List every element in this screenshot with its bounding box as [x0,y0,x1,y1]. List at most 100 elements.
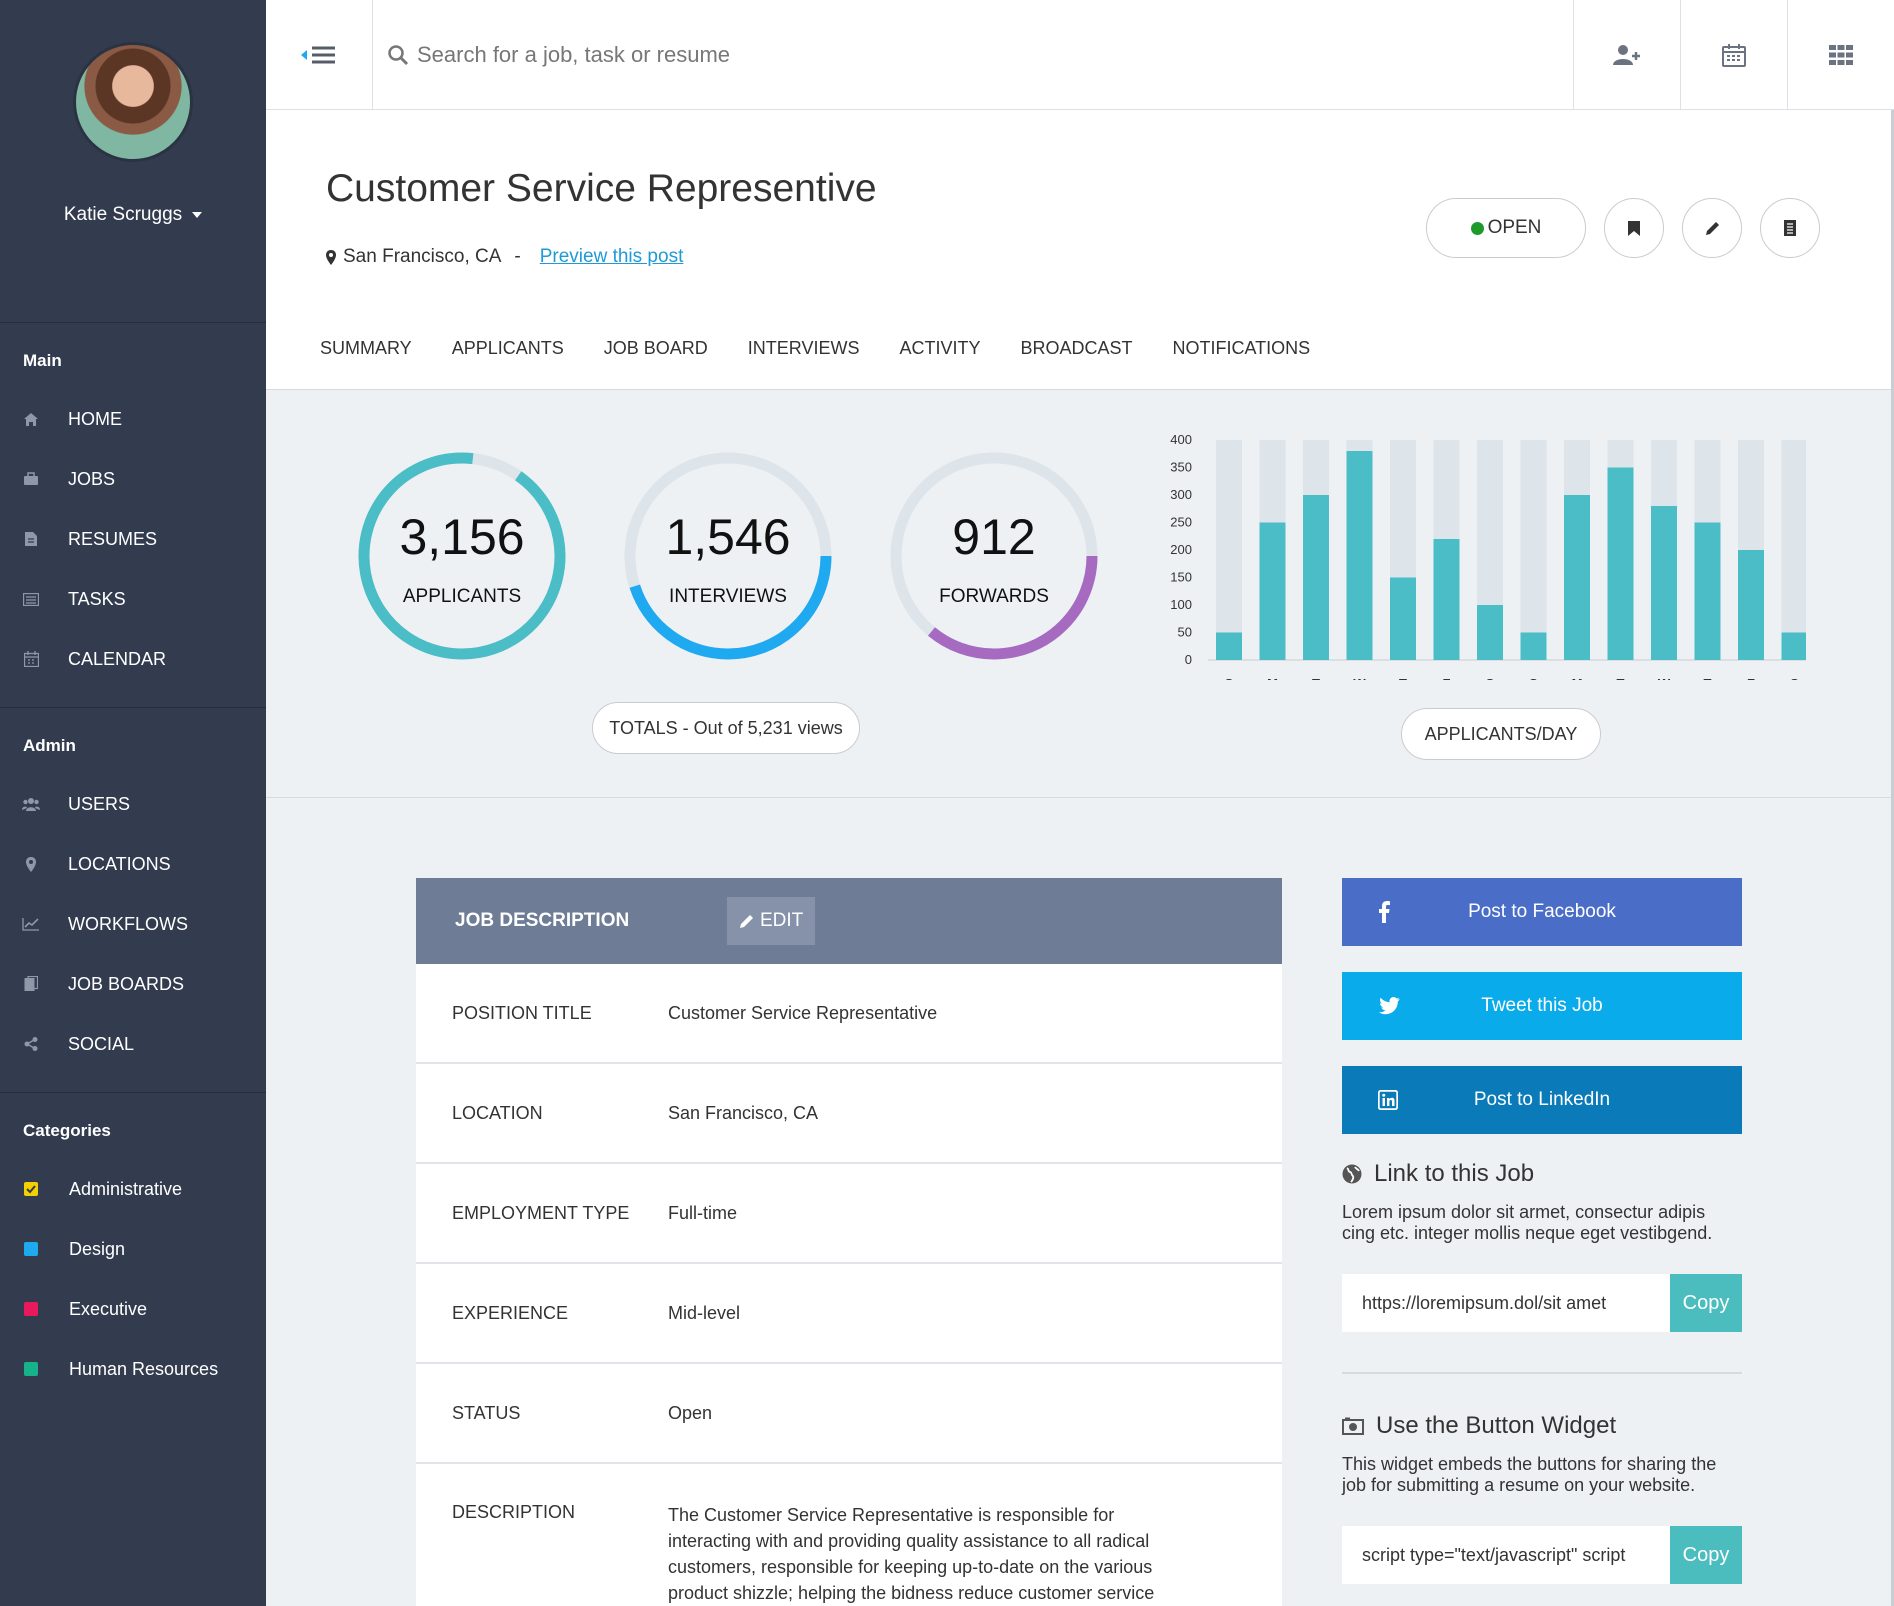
job-meta: San Francisco, CA - Preview this post [326,246,683,268]
post-to-facebook-button[interactable]: Post to Facebook [1342,878,1742,946]
document-icon [1784,220,1796,236]
clipboard-icon [22,975,40,993]
copy-link-button[interactable]: Copy [1670,1274,1742,1332]
field-key: DESCRIPTION [452,1502,576,1522]
profile: Katie Scruggs [0,42,266,323]
search-input[interactable] [417,41,1317,68]
category-label: Executive [69,1298,148,1319]
category-checkbox[interactable] [24,1362,38,1376]
sidebar-item-calendar[interactable]: CALENDAR [0,629,266,689]
twitter-icon [1378,972,1400,1040]
category-checkbox[interactable] [24,1302,38,1316]
tab-applicants[interactable]: APPLICANTS [452,338,564,359]
sidebar-item-home[interactable]: HOME [0,389,266,449]
sidebar-item-label: RESUMES [68,528,158,549]
x-tick-label: S [1790,676,1799,680]
profile-name: Katie Scruggs [63,204,183,225]
field-value: San Francisco, CA [668,1102,819,1123]
apps-grid-button[interactable] [1787,0,1894,109]
widget-code-field[interactable] [1342,1526,1670,1584]
avatar[interactable] [73,42,193,162]
category-checkbox[interactable] [24,1182,38,1196]
job-location: San Francisco, CA [343,246,502,267]
sidebar-item-jobs[interactable]: JOBS [0,449,266,509]
sidebar-item-users[interactable]: USERS [0,774,266,834]
x-tick-label: T [1704,676,1712,680]
status-button[interactable]: OPEN [1426,198,1586,258]
share-label: Tweet this Job [1481,995,1603,1016]
tab-activity[interactable]: ACTIVITY [899,338,980,359]
category-checkbox[interactable] [24,1242,38,1256]
sidebar-toggle-button[interactable] [266,0,373,109]
category-design[interactable]: Design [0,1219,266,1279]
applicants-label: APPLICANTS [402,586,522,607]
tab-interviews[interactable]: INTERVIEWS [748,338,860,359]
bar [1694,522,1721,660]
sidebar-item-label: LOCATIONS [68,853,171,874]
tab-notifications[interactable]: NOTIFICATIONS [1173,338,1311,359]
x-tick-label: W [1658,676,1671,680]
sidebar-item-resumes[interactable]: RESUMES [0,509,266,569]
sidebar-item-locations[interactable]: LOCATIONS [0,834,266,894]
widget-copy-row: Copy [1342,1526,1742,1584]
calendar-button[interactable] [1680,0,1787,109]
map-pin-icon [22,855,40,873]
job-header: Customer Service Representive San Franci… [266,110,1894,390]
preview-post-link[interactable]: Preview this post [540,246,684,268]
add-user-button[interactable] [1573,0,1680,109]
y-tick-label: 150 [1170,570,1192,585]
field-key: POSITION TITLE [452,1002,592,1023]
camera-icon [1342,1417,1364,1435]
sidebar-item-label: CALENDAR [68,648,167,669]
x-tick-label: T [1312,676,1320,680]
bookmark-button[interactable] [1604,198,1664,258]
sidebar: Katie Scruggs Main HOME JOBS RESUMES TAS… [0,0,266,1606]
category-label: Administrative [69,1178,183,1199]
nav-heading-main: Main [23,351,62,370]
bar [1477,605,1503,660]
widget-section-text: This widget embeds the buttons for shari… [1342,1454,1717,1495]
x-tick-label: S [1529,676,1538,680]
profile-menu[interactable]: Katie Scruggs [0,204,266,226]
category-human-resources[interactable]: Human Resources [0,1339,266,1399]
category-executive[interactable]: Executive [0,1279,266,1339]
interviews-stat: 1,546 INTERVIEWS [620,448,836,664]
pencil-icon [740,914,753,928]
bar [1216,632,1242,660]
x-tick-label: W [1353,676,1366,680]
top-bar [266,0,1894,110]
edit-button[interactable] [1682,198,1742,258]
bar [1346,451,1373,660]
x-tick-label: T [1617,676,1625,680]
sidebar-item-tasks[interactable]: TASKS [0,569,266,629]
tab-job-board[interactable]: JOB BOARD [604,338,708,359]
job-link-field[interactable] [1342,1274,1670,1332]
bar [1651,506,1677,660]
divider [1342,1372,1742,1374]
print-button[interactable] [1760,198,1820,258]
tab-broadcast[interactable]: BROADCAST [1020,338,1132,359]
sidebar-item-workflows[interactable]: WORKFLOWS [0,894,266,954]
bar [1303,495,1329,660]
table-row: EMPLOYMENT TYPE Full-time [416,1164,1282,1264]
interviews-count: 1,546 [665,509,791,565]
category-administrative[interactable]: Administrative [0,1159,266,1219]
link-title-text: Link to this Job [1374,1160,1535,1187]
sidebar-item-label: SOCIAL [68,1033,135,1054]
post-to-linkedin-button[interactable]: Post to LinkedIn [1342,1066,1742,1134]
copy-widget-button[interactable]: Copy [1670,1526,1742,1584]
status-dot [1470,221,1484,235]
edit-description-button[interactable]: EDIT [727,897,816,945]
tweet-job-button[interactable]: Tweet this Job [1342,972,1742,1040]
share-panel: Post to Facebook Tweet this Job Post to … [1342,878,1742,1584]
table-row: LOCATION San Francisco, CA [416,1064,1282,1164]
sidebar-item-social[interactable]: SOCIAL [0,1014,266,1074]
field-value: Mid-level [668,1302,741,1323]
field-key: LOCATION [452,1102,543,1123]
calendar-icon [1722,43,1746,67]
chevron-down-icon [192,212,203,218]
interviews-label: INTERVIEWS [669,586,787,607]
stats-panel: 3,156 APPLICANTS 1,546 INTERVIEWS 912 FO… [266,390,1894,798]
tab-summary[interactable]: SUMMARY [320,338,412,359]
sidebar-item-job-boards[interactable]: JOB BOARDS [0,954,266,1014]
